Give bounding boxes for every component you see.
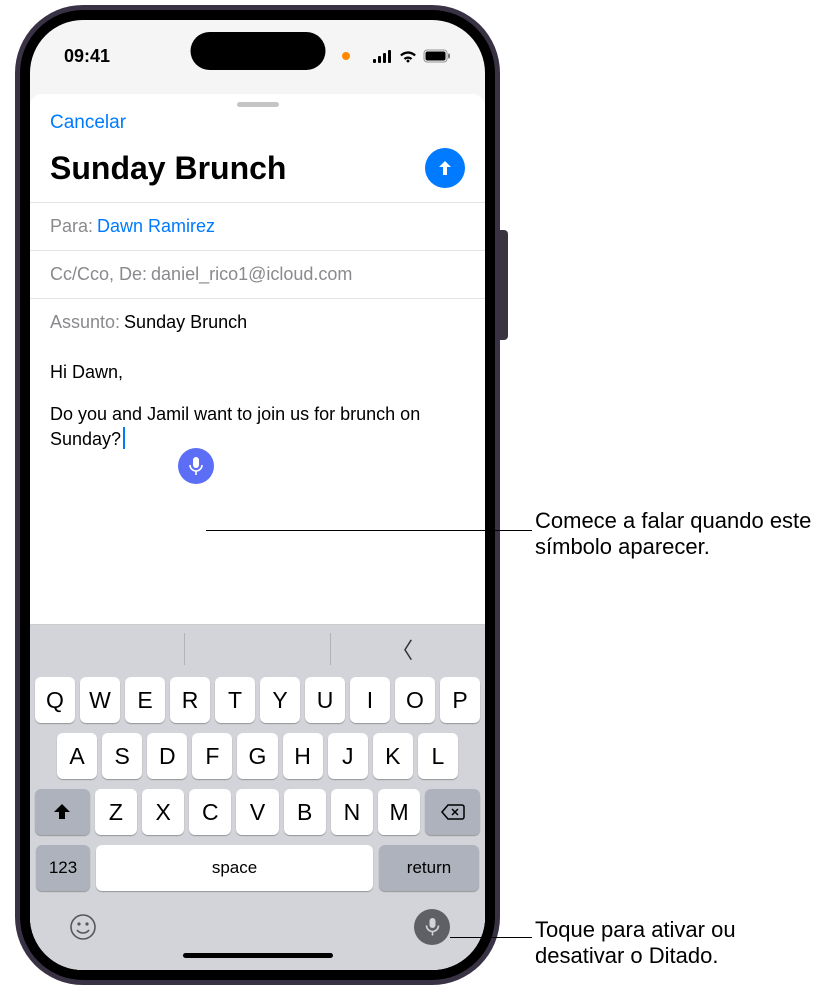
key-letter[interactable]: N bbox=[331, 789, 373, 835]
chevron-left-icon: 〈 bbox=[391, 633, 417, 665]
return-key[interactable]: return bbox=[379, 845, 479, 891]
suggestion-cell[interactable] bbox=[40, 633, 182, 665]
keyboard: QWERTYUIOP ASDFGHJKL Z X C V B N M bbox=[30, 673, 485, 970]
to-field[interactable]: Para: Dawn Ramirez bbox=[30, 202, 485, 250]
status-time: 09:41 bbox=[64, 46, 110, 67]
key-letter[interactable]: Q bbox=[35, 677, 75, 723]
backspace-key[interactable] bbox=[425, 789, 480, 835]
cancel-button[interactable]: Cancelar bbox=[50, 112, 126, 133]
body-line: Do you and Jamil want to join us for bru… bbox=[50, 402, 465, 451]
sheet-grabber[interactable] bbox=[237, 102, 279, 107]
key-letter[interactable]: K bbox=[373, 733, 413, 779]
callout-line bbox=[206, 530, 532, 531]
dictation-button[interactable] bbox=[414, 909, 450, 945]
suggestion-cell[interactable] bbox=[187, 633, 329, 665]
emoji-button[interactable] bbox=[65, 909, 101, 945]
arrow-up-icon bbox=[435, 158, 455, 178]
battery-icon bbox=[423, 49, 451, 63]
key-letter[interactable]: J bbox=[328, 733, 368, 779]
microphone-icon bbox=[188, 456, 204, 476]
emoji-icon bbox=[68, 912, 98, 942]
wifi-icon bbox=[398, 49, 418, 63]
backspace-icon bbox=[441, 803, 465, 821]
cc-label: Cc/Cco, De: bbox=[50, 264, 147, 285]
key-letter[interactable]: G bbox=[237, 733, 277, 779]
key-letter[interactable]: X bbox=[142, 789, 184, 835]
key-letter[interactable]: P bbox=[440, 677, 480, 723]
key-letter[interactable]: E bbox=[125, 677, 165, 723]
shift-icon bbox=[52, 803, 72, 821]
key-letter[interactable]: H bbox=[283, 733, 323, 779]
keyboard-suggestion-bar: 〈 bbox=[30, 624, 485, 673]
key-letter[interactable]: C bbox=[189, 789, 231, 835]
key-letter[interactable]: M bbox=[378, 789, 420, 835]
recording-indicator-icon bbox=[342, 52, 350, 60]
key-letter[interactable]: A bbox=[57, 733, 97, 779]
subject-value: Sunday Brunch bbox=[124, 312, 247, 333]
send-button[interactable] bbox=[425, 148, 465, 188]
key-letter[interactable]: V bbox=[236, 789, 278, 835]
callout-line bbox=[450, 937, 532, 938]
numbers-key[interactable]: 123 bbox=[36, 845, 90, 891]
body-line: Hi Dawn, bbox=[50, 360, 465, 384]
to-value: Dawn Ramirez bbox=[97, 216, 215, 237]
key-letter[interactable]: Z bbox=[95, 789, 137, 835]
to-label: Para: bbox=[50, 216, 93, 237]
cc-value: daniel_rico1@icloud.com bbox=[151, 264, 352, 285]
suggestion-cell[interactable]: 〈 bbox=[333, 633, 475, 665]
subject-field[interactable]: Assunto: Sunday Brunch bbox=[30, 298, 485, 346]
key-letter[interactable]: B bbox=[284, 789, 326, 835]
key-letter[interactable]: O bbox=[395, 677, 435, 723]
space-key[interactable]: space bbox=[96, 845, 373, 891]
key-letter[interactable]: I bbox=[350, 677, 390, 723]
dynamic-island bbox=[190, 32, 325, 70]
key-letter[interactable]: S bbox=[102, 733, 142, 779]
key-letter[interactable]: T bbox=[215, 677, 255, 723]
shift-key[interactable] bbox=[35, 789, 90, 835]
home-indicator[interactable] bbox=[183, 953, 333, 958]
compose-sheet: Cancelar Sunday Brunch Para: Dawn Ramire… bbox=[30, 94, 485, 970]
key-letter[interactable]: W bbox=[80, 677, 120, 723]
microphone-icon bbox=[425, 917, 440, 937]
key-letter[interactable]: F bbox=[192, 733, 232, 779]
cc-field[interactable]: Cc/Cco, De: daniel_rico1@icloud.com bbox=[30, 250, 485, 298]
cellular-icon bbox=[373, 50, 393, 63]
subject-label: Assunto: bbox=[50, 312, 120, 333]
key-letter[interactable]: Y bbox=[260, 677, 300, 723]
key-letter[interactable]: R bbox=[170, 677, 210, 723]
key-letter[interactable]: U bbox=[305, 677, 345, 723]
compose-title: Sunday Brunch bbox=[50, 150, 286, 187]
phone-frame: 09:41 Cancelar bbox=[15, 5, 500, 985]
callout-text: Toque para ativar ou desativar o Ditado. bbox=[535, 917, 830, 969]
text-cursor-icon bbox=[123, 427, 125, 449]
key-letter[interactable]: D bbox=[147, 733, 187, 779]
callout-text: Comece a falar quando este símbolo apare… bbox=[535, 508, 830, 560]
dictation-indicator bbox=[178, 448, 214, 484]
key-letter[interactable]: L bbox=[418, 733, 458, 779]
body-textarea[interactable]: Hi Dawn, Do you and Jamil want to join u… bbox=[30, 346, 485, 624]
side-button bbox=[500, 230, 508, 340]
